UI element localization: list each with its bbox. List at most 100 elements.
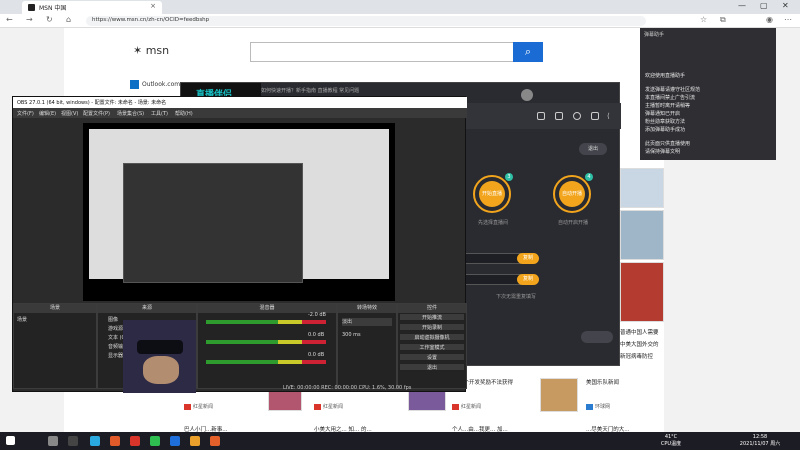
menu-file[interactable]: 文件(F) xyxy=(17,110,34,117)
chat-line: 此页面只供直播使用 xyxy=(645,141,691,147)
copy-server-button[interactable]: 复制 xyxy=(517,253,539,264)
start-recording-button[interactable]: 开始录制 xyxy=(399,323,465,331)
obs-preview[interactable] xyxy=(83,123,395,301)
menu-help[interactable]: 帮助(H) xyxy=(175,110,193,117)
collections-icon[interactable]: ⧉ xyxy=(720,15,726,25)
taskbar-app-icon[interactable] xyxy=(130,436,140,446)
start-live-button[interactable] xyxy=(581,331,613,343)
record-icon[interactable] xyxy=(537,112,545,120)
favorites-icon[interactable]: ☆ xyxy=(700,15,707,24)
search-icon: ⌕ xyxy=(524,45,532,58)
step-description: 先选择直播间 xyxy=(477,220,508,226)
audio-meter xyxy=(206,320,326,324)
news-source: 红星新闻 xyxy=(314,403,343,410)
mixer-dock: 混音器 -2.0 dB 0.0 dB 0.0 dB xyxy=(197,303,337,389)
menu-scene-collection[interactable]: 场景集合(S) xyxy=(117,110,144,117)
news-image[interactable] xyxy=(620,210,664,260)
news-headline[interactable]: 新冠病毒防控 xyxy=(620,352,664,360)
step-start-live[interactable]: 开始直播 xyxy=(473,175,511,213)
taskbar-app-icon[interactable] xyxy=(210,436,220,446)
menu-tools[interactable]: 工具(T) xyxy=(151,110,168,117)
settings-icon[interactable] xyxy=(591,112,599,120)
profile-icon[interactable]: ◉ xyxy=(766,15,773,24)
msn-logo[interactable]: ✶ msn xyxy=(133,44,169,57)
search-input[interactable] xyxy=(250,42,515,62)
news-image[interactable] xyxy=(620,262,664,322)
step-auto-live[interactable]: 自动开播 xyxy=(553,175,591,213)
chat-line: 粉丝勋章获取方法 xyxy=(645,119,686,125)
taskbar-app-icon[interactable] xyxy=(110,436,120,446)
transitions-header: 转场特效 xyxy=(338,304,396,313)
exit-button[interactable]: 退出 xyxy=(579,143,607,155)
maximize-window-icon[interactable]: ▢ xyxy=(760,1,768,10)
close-window-icon[interactable]: ✕ xyxy=(782,1,789,10)
chat-line: 弹幕通知已开启 xyxy=(645,111,681,117)
mixer-level: 0.0 dB xyxy=(308,332,325,338)
taskbar-app-icon[interactable] xyxy=(48,436,58,446)
more-menu-icon[interactable]: ⋯ xyxy=(784,15,792,24)
studio-mode-button[interactable]: 工作室模式 xyxy=(399,343,465,351)
step-number-badge: 4 xyxy=(585,173,593,181)
start-icon[interactable] xyxy=(6,436,15,445)
search-button[interactable]: ⌕ xyxy=(513,42,543,62)
outlook-icon xyxy=(130,80,139,89)
user-avatar[interactable] xyxy=(521,89,533,101)
back-icon[interactable]: ← xyxy=(6,15,13,24)
banner-tip[interactable]: 如何快速开播？新手指南 直播教程 常见问题 xyxy=(261,87,359,94)
share-icon[interactable]: ⟨ xyxy=(607,112,615,120)
audio-meter xyxy=(206,340,326,344)
exit-button[interactable]: 退出 xyxy=(399,363,465,371)
transition-select[interactable]: 淡出 xyxy=(342,318,392,326)
start-streaming-button[interactable]: 开始推流 xyxy=(399,313,465,321)
url-field[interactable]: https://www.msn.cn/zh-cn/OCID=feedbshp xyxy=(86,16,646,26)
taskbar-app-icon[interactable] xyxy=(90,436,100,446)
minimize-window-icon[interactable]: — xyxy=(738,1,746,10)
server-url-field[interactable] xyxy=(461,253,521,264)
home-icon[interactable]: ⌂ xyxy=(66,15,71,24)
weather-label: CPU温度 xyxy=(660,441,682,447)
settings-button[interactable]: 设置 xyxy=(399,353,465,361)
virtual-camera-button[interactable]: 启动虚拟摄像机 xyxy=(399,333,465,341)
news-headline[interactable]: 首个开发奖励不法获得 xyxy=(458,378,524,386)
obs-window: OBS 27.0.1 (64 bit, windows) - 配置文件: 未命名… xyxy=(12,96,467,392)
menu-profile[interactable]: 配置文件(P) xyxy=(83,110,110,117)
transition-duration[interactable]: 300 ms xyxy=(342,332,361,338)
taskbar-app-icon[interactable] xyxy=(68,436,78,446)
source-badge-icon xyxy=(586,403,593,410)
source-item[interactable]: 游戏源 xyxy=(108,325,123,332)
news-headline[interactable]: 普通中国人需要 xyxy=(620,328,664,336)
copy-key-button[interactable]: 复制 xyxy=(517,274,539,285)
sources-header: 来源 xyxy=(98,304,196,313)
stream-key-field[interactable] xyxy=(461,274,521,285)
close-tab-icon[interactable]: × xyxy=(150,2,156,10)
outlook-link[interactable]: Outlook.com xyxy=(130,80,180,89)
news-image[interactable] xyxy=(620,168,664,208)
forward-icon[interactable]: → xyxy=(26,15,33,24)
scene-item[interactable]: 场景 xyxy=(17,316,27,323)
controls-header: 控件 xyxy=(398,304,466,313)
refresh-icon[interactable]: ↻ xyxy=(46,15,53,24)
chat-line: 发送弹幕请遵守社区规范 xyxy=(645,87,701,93)
news-headline[interactable]: 中美大国外交的 xyxy=(620,340,664,348)
source-badge-icon xyxy=(184,403,191,410)
wechat-icon[interactable] xyxy=(150,436,160,446)
butterfly-icon: ✶ xyxy=(133,44,143,57)
chat-line: 添加弹幕助手成功 xyxy=(645,127,686,133)
news-headline[interactable]: 美国乐队新闻 xyxy=(586,378,656,386)
mixer-level: 0.0 dB xyxy=(308,352,325,358)
weather-widget[interactable]: 41°C CPU温度 xyxy=(660,434,682,447)
menu-view[interactable]: 视图(V) xyxy=(61,110,78,117)
outlook-label: Outlook.com xyxy=(142,81,181,88)
notification-icon[interactable] xyxy=(573,112,581,120)
source-item[interactable]: 图像 xyxy=(108,316,118,323)
taskbar-app-icon[interactable] xyxy=(190,436,200,446)
preview-nested-capture xyxy=(123,163,303,283)
menu-edit[interactable]: 编辑(E) xyxy=(39,110,56,117)
browser-tab[interactable]: MSN 中国 × xyxy=(22,1,162,14)
system-clock[interactable]: 12:58 2021/11/07 周六 xyxy=(732,434,788,447)
news-image[interactable] xyxy=(540,378,578,412)
webcam-overlay xyxy=(123,320,196,393)
taskbar-app-icon[interactable] xyxy=(170,436,180,446)
news-source: 红星新闻 xyxy=(452,403,481,410)
window-icon[interactable] xyxy=(555,112,563,120)
